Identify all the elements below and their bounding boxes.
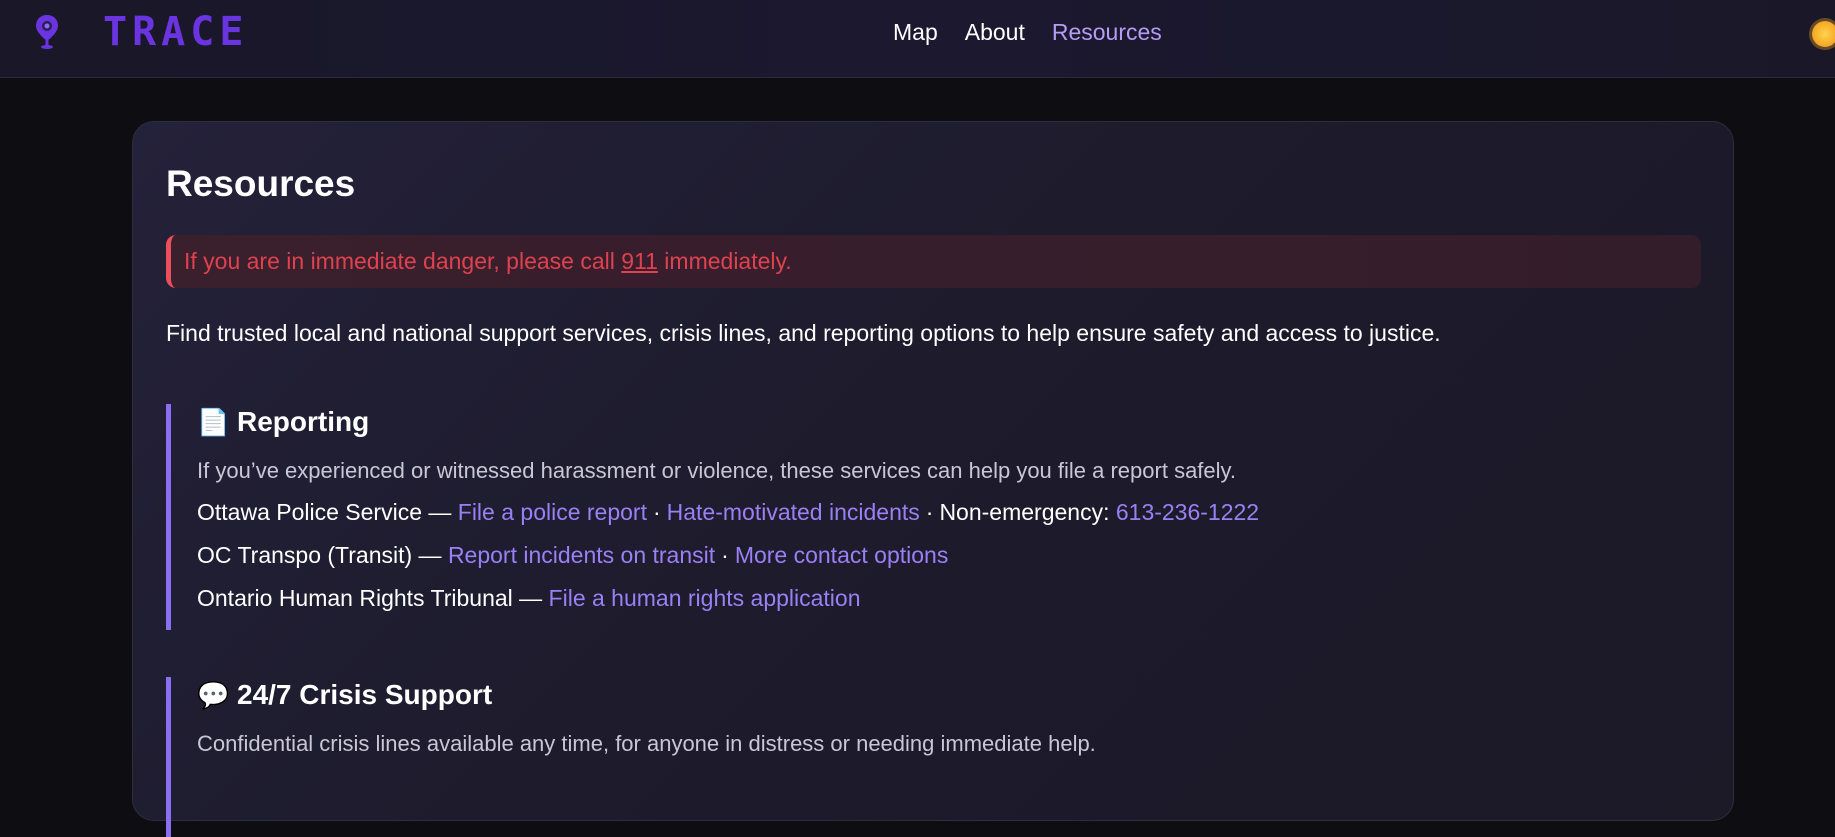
list-item: Ontario Human Rights Tribunal — File a h… bbox=[197, 585, 861, 611]
nav-map[interactable]: Map bbox=[893, 18, 938, 46]
section-reporting: 📄 Reporting If you’ve experienced or wit… bbox=[166, 404, 1566, 630]
phone-link[interactable]: 613-236-1222 bbox=[1116, 499, 1259, 525]
logo-text[interactable]: TRACE bbox=[103, 9, 248, 55]
list-item: OC Transpo (Transit) — Report incidents … bbox=[197, 542, 949, 568]
emergency-alert: If you are in immediate danger, please c… bbox=[166, 235, 1701, 288]
transit-report-link[interactable]: Report incidents on transit bbox=[448, 542, 715, 568]
main-nav: Map About Resources bbox=[893, 18, 1189, 46]
intro-text: Find trusted local and national support … bbox=[166, 320, 1441, 346]
more-contact-link[interactable]: More contact options bbox=[735, 542, 949, 568]
section-description: If you’ve experienced or witnessed haras… bbox=[197, 458, 1237, 483]
resource-list: Ottawa Police Service — File a police re… bbox=[197, 498, 1566, 612]
section-header: 📄 Reporting bbox=[197, 406, 1566, 438]
non-emergency-label: Non-emergency: bbox=[939, 499, 1110, 525]
emergency-number-link[interactable]: 911 bbox=[621, 248, 658, 274]
resource-name: OC Transpo (Transit) bbox=[197, 542, 413, 568]
section-header: 💬 24/7 Crisis Support bbox=[197, 679, 1566, 711]
page-title: Resources bbox=[166, 163, 356, 204]
nav-about[interactable]: About bbox=[965, 18, 1025, 46]
section-crisis-support: 💬 24/7 Crisis Support Confidential crisi… bbox=[166, 677, 1566, 837]
alert-text-after: immediately. bbox=[657, 248, 792, 274]
alert-text-before: If you are in immediate danger, please c… bbox=[184, 248, 622, 274]
document-icon: 📄 bbox=[197, 406, 230, 437]
top-navigation-bar: TRACE Map About Resources bbox=[0, 0, 1835, 78]
speech-bubble-icon: 💬 bbox=[197, 679, 230, 710]
resource-name: Ontario Human Rights Tribunal bbox=[197, 585, 513, 611]
location-pin-icon[interactable] bbox=[34, 14, 60, 50]
nav-resources[interactable]: Resources bbox=[1052, 18, 1162, 46]
resource-name: Ottawa Police Service bbox=[197, 499, 422, 525]
list-item: Ottawa Police Service — File a police re… bbox=[197, 499, 1260, 525]
human-rights-application-link[interactable]: File a human rights application bbox=[549, 585, 861, 611]
section-title: Reporting bbox=[237, 406, 370, 437]
hate-incidents-link[interactable]: Hate-motivated incidents bbox=[667, 499, 920, 525]
sun-icon[interactable] bbox=[1812, 21, 1835, 47]
file-police-report-link[interactable]: File a police report bbox=[458, 499, 647, 525]
section-title: 24/7 Crisis Support bbox=[237, 679, 493, 710]
section-description: Confidential crisis lines available any … bbox=[197, 731, 1096, 756]
resources-card: Resources If you are in immediate danger… bbox=[132, 121, 1734, 837]
